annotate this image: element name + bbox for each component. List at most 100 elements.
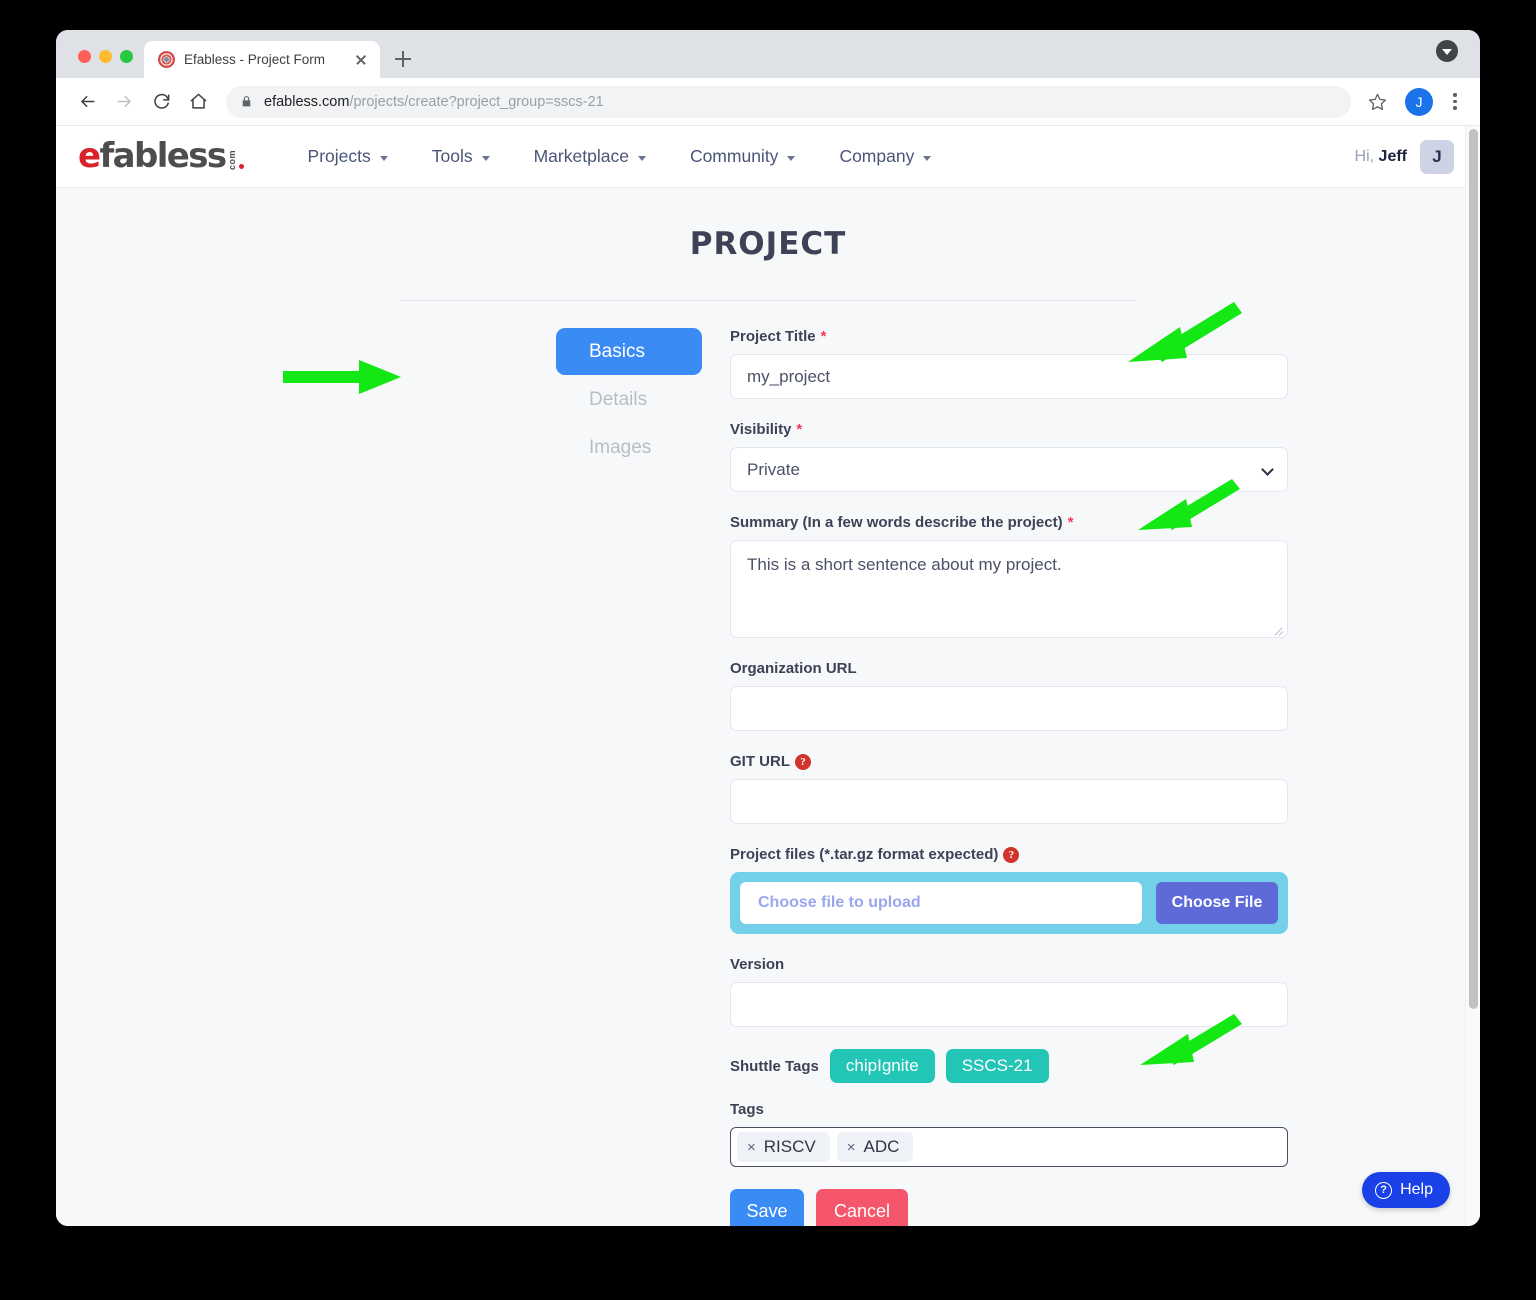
chevron-down-icon <box>379 155 388 161</box>
remove-tag-icon[interactable]: × <box>747 1140 756 1155</box>
back-button[interactable] <box>70 85 104 119</box>
browser-tab-strip: Efabless - Project Form <box>56 30 1480 78</box>
maximize-window-button[interactable] <box>120 50 133 63</box>
nav-item-label: Marketplace <box>533 146 629 166</box>
field-group-git-url: GIT URL ? <box>730 753 1288 824</box>
tag-chip-label: RISCV <box>763 1137 816 1156</box>
user-avatar[interactable]: J <box>1420 139 1454 174</box>
tag-chip-riscv[interactable]: × RISCV <box>737 1132 830 1162</box>
browser-tab[interactable]: Efabless - Project Form <box>144 41 380 78</box>
kebab-dot <box>1453 99 1457 104</box>
greeting-text: Hi, Jeff <box>1355 148 1407 166</box>
nav-item-label: Projects <box>307 146 371 166</box>
field-group-summary: Summary (In a few words describe the pro… <box>730 514 1288 638</box>
shuttle-tag-chip[interactable]: SSCS-21 <box>945 1049 1049 1083</box>
reload-button[interactable] <box>144 85 178 119</box>
logo-red-dot-icon <box>238 163 244 169</box>
tab-images[interactable]: Images <box>556 424 702 471</box>
help-question-icon[interactable]: ? <box>795 753 811 770</box>
address-bar[interactable]: efabless.com/projects/create?project_gro… <box>226 85 1351 118</box>
nav-item-tools[interactable]: Tools <box>410 146 512 167</box>
save-button[interactable]: Save <box>730 1189 804 1226</box>
header-user-area: Hi, Jeff J <box>1355 139 1454 174</box>
form-actions: Save Cancel <box>730 1189 1288 1226</box>
lock-icon <box>242 96 251 107</box>
project-files-label: Project files (*.tar.gz format expected)… <box>730 846 1288 863</box>
version-label: Version <box>730 956 1288 973</box>
url-path: /projects/create?project_group=sscs-21 <box>349 93 604 110</box>
home-icon <box>190 93 206 109</box>
shuttle-tag-chip[interactable]: chipIgnite <box>829 1049 935 1083</box>
tag-chip-adc[interactable]: × ADC <box>836 1132 914 1162</box>
organization-url-input[interactable] <box>730 686 1288 731</box>
site-header: efabless com Projects Tools Marketplace <box>56 126 1480 188</box>
field-group-tags: Tags × RISCV × ADC <box>730 1101 1288 1167</box>
forward-arrow-icon <box>116 95 131 108</box>
project-form: Basics Details Images Project Title * my… <box>228 328 1308 1226</box>
required-asterisk: * <box>820 328 827 345</box>
close-tab-icon[interactable] <box>352 51 370 69</box>
label-text: Summary (In a few words describe the pro… <box>730 514 1063 531</box>
title-divider <box>400 300 1136 301</box>
address-bar-url: efabless.com/projects/create?project_gro… <box>264 94 604 110</box>
shuttle-tags-row: Shuttle Tags chipIgnite SSCS-21 <box>730 1049 1288 1083</box>
field-group-project-files: Project files (*.tar.gz format expected)… <box>730 846 1288 934</box>
logo-rest: fabless <box>99 136 227 177</box>
close-window-button[interactable] <box>78 50 91 63</box>
help-question-icon: ? <box>1375 1181 1393 1199</box>
nav-item-projects[interactable]: Projects <box>286 146 410 167</box>
file-upload-input[interactable]: Choose file to upload <box>740 882 1142 924</box>
chrome-menu-button[interactable] <box>1442 87 1468 117</box>
reload-icon <box>153 93 169 109</box>
home-button[interactable] <box>181 85 215 119</box>
cancel-button[interactable]: Cancel <box>816 1189 908 1226</box>
help-widget-label: Help <box>1400 1181 1433 1198</box>
visibility-select[interactable]: Private <box>730 447 1288 492</box>
label-text: Tags <box>730 1101 764 1118</box>
efabless-logo[interactable]: efabless com <box>78 139 244 173</box>
summary-textarea[interactable]: This is a short sentence about my projec… <box>730 540 1288 638</box>
nav-item-company[interactable]: Company <box>817 146 953 167</box>
chevron-down-icon <box>923 155 932 161</box>
choose-file-button[interactable]: Choose File <box>1156 882 1278 924</box>
minimize-window-button[interactable] <box>99 50 112 63</box>
version-input[interactable] <box>730 982 1288 1027</box>
nav-item-marketplace[interactable]: Marketplace <box>512 146 668 167</box>
tab-label: Basics <box>589 340 645 362</box>
tab-basics[interactable]: Basics <box>556 328 702 375</box>
window-dropdown-icon[interactable] <box>1436 40 1458 62</box>
forward-button[interactable] <box>107 85 141 119</box>
nav-item-community[interactable]: Community <box>668 146 818 167</box>
tags-input[interactable]: × RISCV × ADC <box>730 1127 1288 1167</box>
chrome-profile-avatar[interactable]: J <box>1405 87 1433 116</box>
remove-tag-icon[interactable]: × <box>847 1140 856 1155</box>
nav-item-label: Company <box>839 146 915 166</box>
caret-down-icon <box>1442 48 1452 55</box>
field-group-visibility: Visibility * Private <box>730 421 1288 492</box>
scrollbar-thumb[interactable] <box>1469 129 1478 1009</box>
page-scrollbar[interactable] <box>1465 126 1480 1226</box>
page-title: PROJECT <box>689 226 847 262</box>
git-url-input[interactable] <box>730 779 1288 824</box>
main-navigation: Projects Tools Marketplace Community Com… <box>286 146 954 167</box>
new-tab-button[interactable] <box>388 44 418 74</box>
field-group-version: Version <box>730 956 1288 1027</box>
kebab-dot <box>1453 93 1457 97</box>
efabless-favicon-icon <box>158 51 175 68</box>
visibility-select-wrapper: Private <box>730 447 1288 492</box>
tab-details[interactable]: Details <box>556 376 702 423</box>
git-url-label: GIT URL ? <box>730 753 1288 770</box>
help-widget-button[interactable]: ? Help <box>1362 1172 1450 1208</box>
url-domain: efabless.com <box>264 93 350 110</box>
help-question-icon[interactable]: ? <box>1003 846 1020 863</box>
project-title-input[interactable]: my_project <box>730 354 1288 399</box>
label-text: Project files (*.tar.gz format expected) <box>730 846 999 863</box>
tab-label: Details <box>589 388 648 410</box>
logo-dotcom: com <box>226 149 237 170</box>
required-asterisk: * <box>796 421 803 438</box>
bookmark-button[interactable] <box>1360 85 1394 119</box>
organization-url-label: Organization URL <box>730 660 1288 677</box>
label-text: Organization URL <box>730 660 857 677</box>
label-text: Version <box>730 956 785 973</box>
tab-label: Images <box>589 436 652 458</box>
